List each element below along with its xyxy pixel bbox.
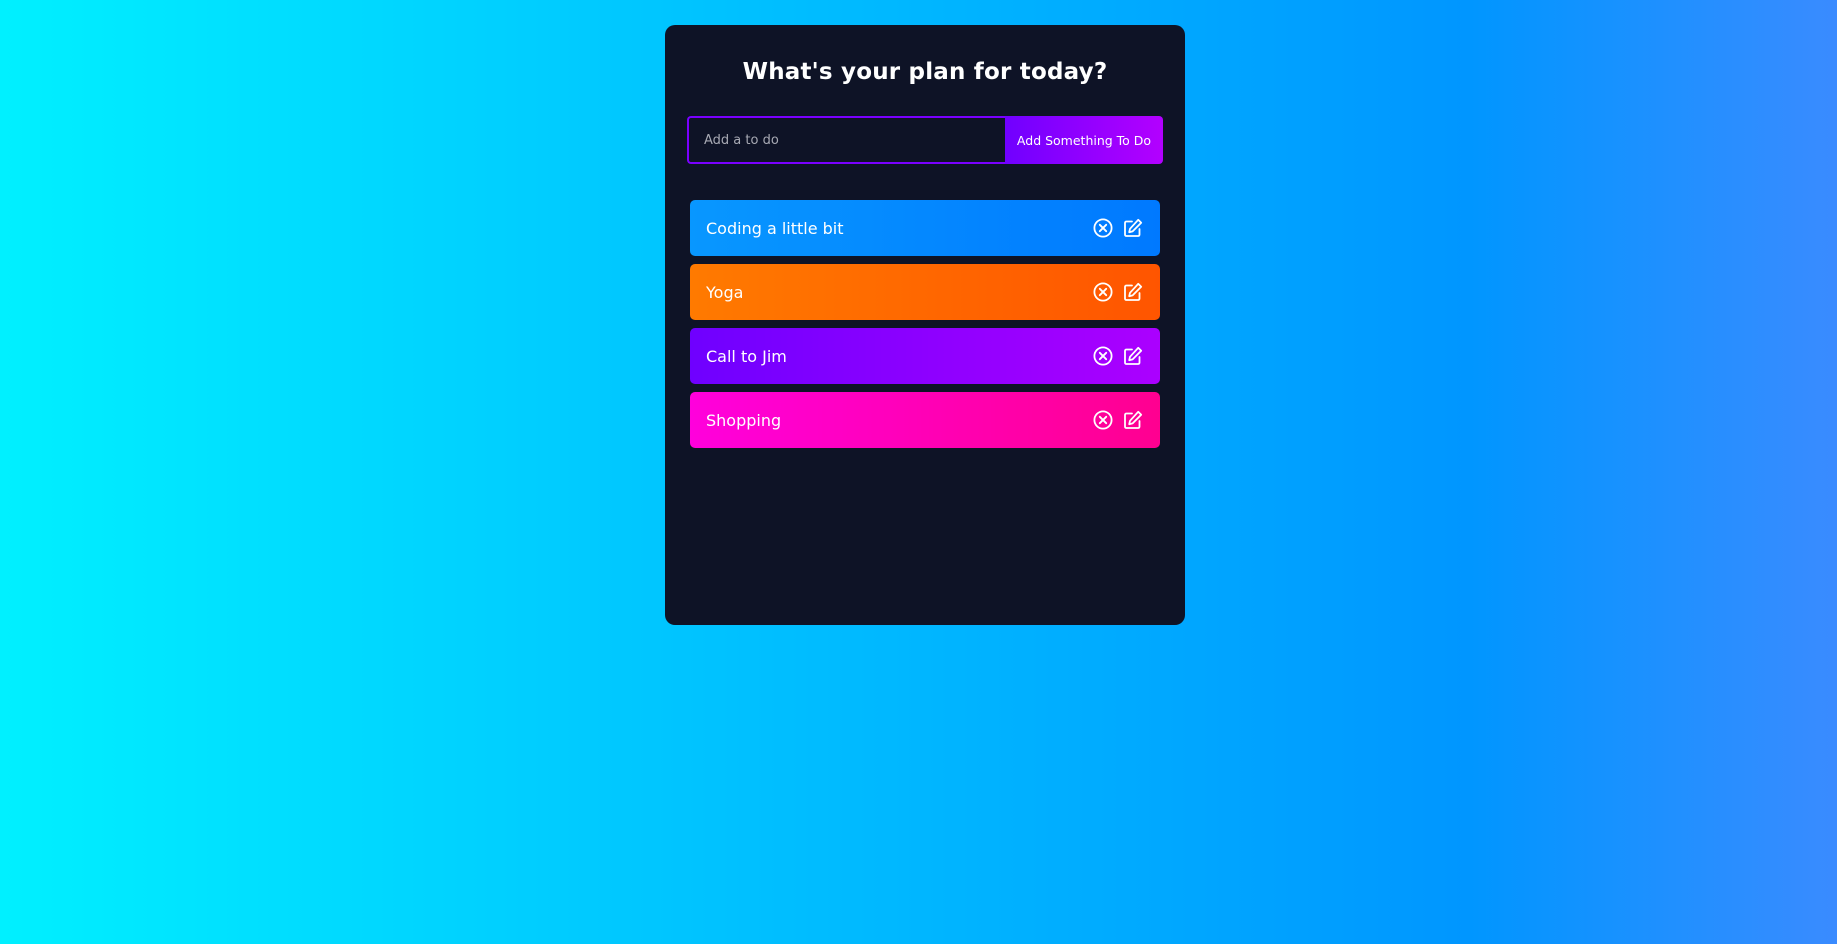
todo-text[interactable]: Call to Jim bbox=[706, 347, 787, 366]
add-todo-button[interactable]: Add Something To Do bbox=[1005, 116, 1163, 164]
todo-text[interactable]: Shopping bbox=[706, 411, 781, 430]
close-circle-icon[interactable] bbox=[1092, 409, 1114, 431]
todo-actions bbox=[1092, 345, 1144, 367]
close-circle-icon[interactable] bbox=[1092, 217, 1114, 239]
todo-input[interactable] bbox=[687, 116, 1005, 164]
todo-actions bbox=[1092, 409, 1144, 431]
edit-icon[interactable] bbox=[1122, 409, 1144, 431]
todo-list: Coding a little bit Yoga Call to Jim Sho… bbox=[687, 200, 1163, 448]
todo-text[interactable]: Yoga bbox=[706, 283, 743, 302]
page-title: What's your plan for today? bbox=[742, 59, 1108, 85]
todo-item: Call to Jim bbox=[690, 328, 1160, 384]
edit-icon[interactable] bbox=[1122, 345, 1144, 367]
todo-text[interactable]: Coding a little bit bbox=[706, 219, 844, 238]
close-circle-icon[interactable] bbox=[1092, 345, 1114, 367]
todo-item: Yoga bbox=[690, 264, 1160, 320]
todo-item: Shopping bbox=[690, 392, 1160, 448]
todo-actions bbox=[1092, 217, 1144, 239]
todo-form: Add Something To Do bbox=[687, 116, 1163, 164]
close-circle-icon[interactable] bbox=[1092, 281, 1114, 303]
todo-actions bbox=[1092, 281, 1144, 303]
todo-app: What's your plan for today? Add Somethin… bbox=[665, 25, 1185, 625]
edit-icon[interactable] bbox=[1122, 217, 1144, 239]
todo-item: Coding a little bit bbox=[690, 200, 1160, 256]
edit-icon[interactable] bbox=[1122, 281, 1144, 303]
